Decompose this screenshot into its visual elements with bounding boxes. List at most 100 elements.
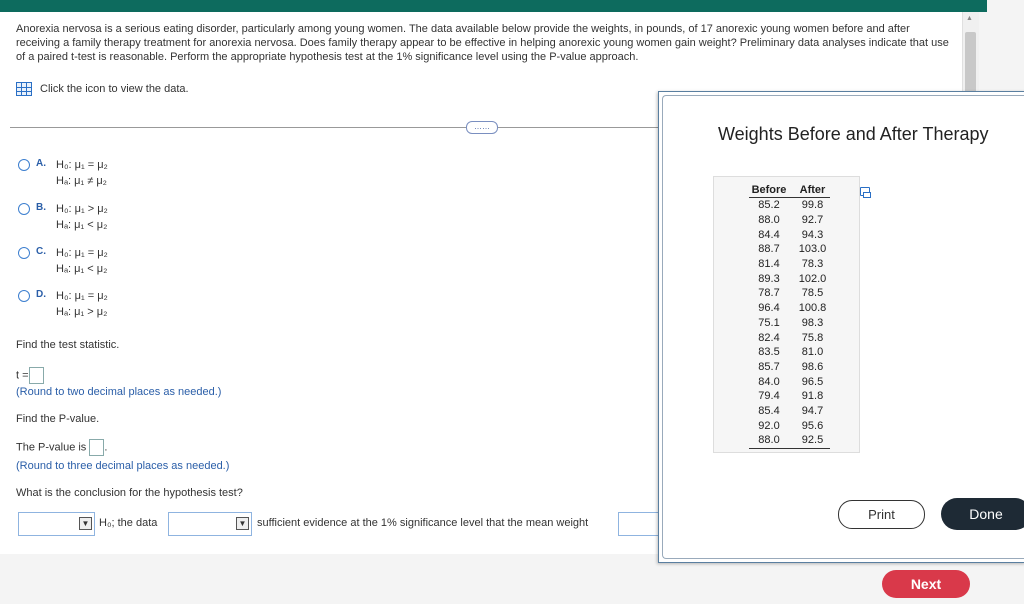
table-row: 89.3 102.0 [749,271,830,286]
alt-hypothesis: Hₐ: μ₁ > μ₂ [56,306,108,318]
table-row: 85.7 98.6 [749,360,830,375]
table-row: 96.4 100.8 [749,301,830,316]
after-cell: 100.8 [798,302,827,315]
after-cell: 102.0 [798,272,827,285]
option-a[interactable]: A. H₀: μ₁ = μ₂ Hₐ: μ₁ ≠ μ₂ [18,157,108,189]
view-data-link[interactable]: Click the icon to view the data. [16,82,189,96]
before-cell: 79.4 [758,390,780,403]
table-row: 78.7 78.5 [749,286,830,301]
top-header-bar [0,0,987,12]
radio-a[interactable] [18,159,30,171]
t-label: t = [16,369,29,382]
pvalue-input[interactable] [89,439,105,456]
before-cell: 96.4 [758,302,780,315]
conclusion-text-1: H₀; the data [99,517,158,529]
after-cell: 92.7 [801,214,824,227]
table-row: 92.0 95.6 [749,418,830,433]
radio-c[interactable] [18,247,30,259]
before-cell: 85.4 [758,404,780,417]
after-cell: 91.8 [801,390,824,403]
table-row: 88.0 92.7 [749,213,830,228]
section-divider [10,127,660,128]
t-input[interactable] [28,367,44,384]
after-cell: 98.3 [801,316,824,329]
radio-b[interactable] [18,203,30,215]
alt-hypothesis: Hₐ: μ₁ ≠ μ₂ [56,175,107,187]
weight-dropdown[interactable] [618,512,660,536]
table-row: 88.7 103.0 [749,242,830,257]
column-header-before: Before [749,182,789,198]
pvalue-row: The P-value is . [16,439,107,456]
chevron-down-icon[interactable]: ▼ [79,517,92,530]
option-letter: A. [36,158,46,169]
pvalue-hint: (Round to three decimal places as needed… [16,460,230,472]
chevron-down-icon[interactable]: ▼ [236,517,249,530]
option-c[interactable]: C. H₀: μ₁ = μ₂ Hₐ: μ₁ < μ₂ [18,245,108,277]
data-modal: Weights Before and After Therapy Before … [658,91,1024,563]
after-cell: 99.8 [801,199,824,212]
before-cell: 92.0 [758,419,780,432]
before-cell: 75.1 [758,316,780,329]
table-row: 85.2 99.8 [749,198,830,213]
before-cell: 88.7 [758,243,780,256]
next-button[interactable]: Next [882,570,970,598]
after-cell: 81.0 [801,346,824,359]
after-cell: 78.3 [801,258,824,271]
after-cell: 98.6 [801,360,824,373]
pvalue-suffix: . [104,441,108,454]
option-d[interactable]: D. H₀: μ₁ = μ₂ Hₐ: μ₁ > μ₂ [18,288,108,320]
alt-hypothesis: Hₐ: μ₁ < μ₂ [56,263,108,275]
reject-dropdown[interactable]: ▼ [18,512,95,536]
evidence-dropdown[interactable]: ▼ [168,512,252,536]
copy-icon[interactable] [860,187,871,198]
done-button[interactable]: Done [941,498,1024,530]
table-row: 79.4 91.8 [749,389,830,404]
before-cell: 88.0 [758,214,780,227]
before-cell: 84.0 [758,375,780,388]
after-cell: 95.6 [801,419,824,432]
after-cell: 96.5 [801,375,824,388]
radio-d[interactable] [18,290,30,302]
test-stat-row: t = [16,367,44,384]
pvalue-label: The P-value is [16,441,87,454]
after-cell: 103.0 [798,243,827,256]
null-hypothesis: H₀: μ₁ > μ₂ [56,203,108,215]
modal-title: Weights Before and After Therapy [718,124,989,144]
before-cell: 84.4 [758,228,780,241]
t-hint: (Round to two decimal places as needed.) [16,386,222,398]
conclusion-prompt: What is the conclusion for the hypothesi… [16,487,243,499]
null-hypothesis: H₀: μ₁ = μ₂ [56,247,108,259]
data-table-icon[interactable] [16,82,32,96]
option-letter: B. [36,202,46,213]
before-cell: 88.0 [749,433,789,449]
null-hypothesis: H₀: μ₁ = μ₂ [56,290,108,302]
alt-hypothesis: Hₐ: μ₁ < μ₂ [56,219,108,231]
option-letter: C. [36,246,46,257]
modal-frame: Weights Before and After Therapy Before … [662,95,1024,559]
data-table-panel: Before After 85.2 99.8 88.0 92.7 84.4 94.3 88.… [713,176,871,453]
before-cell: 81.4 [758,258,780,271]
before-cell: 89.3 [758,272,780,285]
table-row: 88.0 92.5 [749,433,830,449]
table-row: 75.1 98.3 [749,316,830,331]
test-stat-prompt: Find the test statistic. [16,339,120,351]
question-text: Anorexia nervosa is a serious eating dis… [16,23,949,63]
option-letter: D. [36,289,46,300]
after-cell: 78.5 [801,287,824,300]
null-hypothesis: H₀: μ₁ = μ₂ [56,159,108,171]
after-cell: 92.5 [789,433,830,449]
option-b[interactable]: B. H₀: μ₁ > μ₂ Hₐ: μ₁ < μ₂ [18,201,108,233]
expand-more-button[interactable]: …… [466,121,498,134]
before-cell: 85.2 [758,199,780,212]
before-cell: 85.7 [758,360,780,373]
before-cell: 82.4 [758,331,780,344]
after-cell: 75.8 [801,331,824,344]
print-button[interactable]: Print [838,500,925,529]
view-data-label[interactable]: Click the icon to view the data. [40,83,189,95]
pvalue-prompt: Find the P-value. [16,413,100,425]
before-cell: 83.5 [758,346,780,359]
scroll-up-icon[interactable]: ▲ [966,15,973,22]
conclusion-text-2: sufficient evidence at the 1% significan… [257,517,589,529]
table-row: 84.4 94.3 [749,227,830,242]
table-row: 85.4 94.7 [749,404,830,419]
